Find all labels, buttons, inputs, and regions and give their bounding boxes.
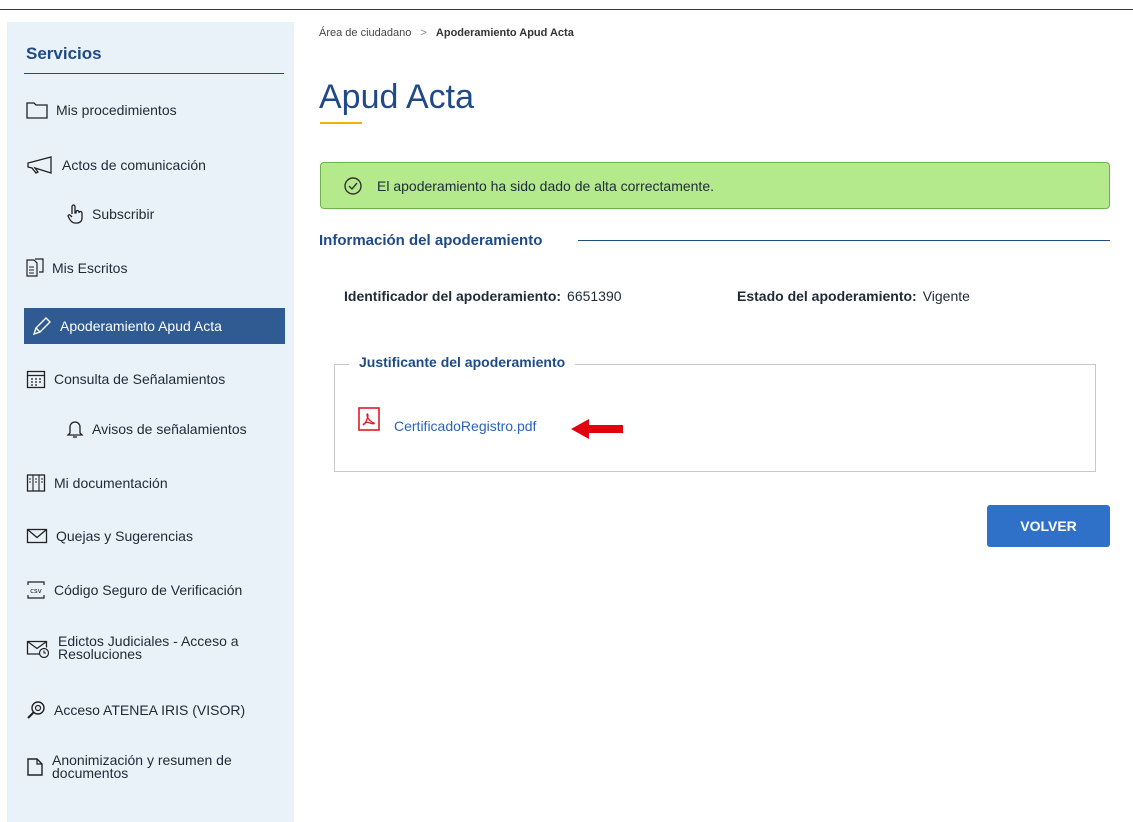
sidebar-item-label: Consulta de Señalamientos: [54, 371, 226, 387]
csv-icon: csv: [26, 580, 46, 600]
calendar-icon: [26, 369, 46, 389]
identifier-value: 6651390: [567, 288, 622, 304]
back-button[interactable]: VOLVER: [987, 505, 1110, 547]
sidebar-item-anonimizacion[interactable]: Anonimización y resumen de documentos: [26, 752, 252, 781]
sidebar-item-label: Quejas y Sugerencias: [56, 528, 193, 544]
file-icon: [26, 757, 44, 777]
sidebar-item-csv[interactable]: csv Código Seguro de Verificación: [26, 580, 242, 600]
sidebar-item-apoderamiento[interactable]: Apoderamiento Apud Acta: [24, 308, 285, 344]
sidebar-item-label: Edictos Judiciales - Acceso a Resolucion…: [58, 633, 239, 662]
sidebar: Servicios Mis procedimientos Actos de co…: [7, 22, 294, 822]
identifier-label: Identificador del apoderamiento:: [344, 288, 562, 304]
hand-pointer-icon: [66, 204, 84, 224]
sidebar-item-label: Avisos de señalamientos: [92, 421, 247, 437]
section-title: Información del apoderamiento: [319, 232, 543, 249]
sidebar-item-edictos[interactable]: Edictos Judiciales - Acceso a Resolucion…: [26, 633, 258, 662]
sidebar-item-label: Actos de comunicación: [62, 157, 206, 173]
breadcrumb: Área de ciudadano > Apoderamiento Apud A…: [319, 27, 574, 39]
sidebar-item-atenea[interactable]: Acceso ATENEA IRIS (VISOR): [26, 700, 245, 720]
identifier-field: Identificador del apoderamiento: 6651390: [344, 288, 622, 304]
page-title-underline: [320, 122, 362, 124]
sidebar-item-label: Subscribir: [92, 206, 155, 222]
top-divider: [0, 9, 1133, 10]
sidebar-item-mis-escritos[interactable]: Mis Escritos: [26, 258, 127, 278]
status-value: Vigente: [922, 288, 970, 304]
sidebar-item-label: Acceso ATENEA IRIS (VISOR): [54, 702, 246, 718]
breadcrumb-separator: >: [420, 27, 427, 39]
section-rule: [578, 240, 1110, 241]
page-title: Apud Acta: [319, 78, 475, 116]
folder-icon: [26, 101, 48, 119]
sidebar-item-label: Mis Escritos: [52, 260, 128, 276]
alert-message: El apoderamiento ha sido dado de alta co…: [377, 177, 714, 194]
sidebar-item-quejas[interactable]: Quejas y Sugerencias: [26, 527, 193, 545]
sidebar-item-label: Anonimización y resumen de documentos: [52, 752, 232, 781]
envelope-clock-icon: [26, 638, 50, 658]
sidebar-item-mi-documentacion[interactable]: Mi documentación: [26, 473, 168, 493]
envelope-icon: [26, 527, 48, 545]
red-arrow-icon: [571, 418, 623, 445]
sidebar-item-label: Apoderamiento Apud Acta: [60, 318, 222, 334]
pdf-attachment: CertificadoRegistro.pdf: [358, 407, 536, 436]
status-label: Estado del apoderamiento:: [737, 288, 917, 304]
justificante-legend: Justificante del apoderamiento: [349, 354, 576, 370]
sidebar-item-subscribir[interactable]: Subscribir: [66, 204, 154, 224]
success-alert: El apoderamiento ha sido dado de alta co…: [320, 162, 1110, 209]
pdf-download-link[interactable]: CertificadoRegistro.pdf: [394, 418, 536, 434]
magnifier-icon: [26, 700, 46, 720]
sidebar-item-label: Código Seguro de Verificación: [54, 582, 243, 598]
document-icon: [26, 258, 44, 278]
sidebar-title: Servicios: [26, 44, 102, 63]
pen-icon: [32, 316, 52, 336]
svg-text:csv: csv: [30, 587, 42, 595]
pdf-icon: [358, 407, 380, 436]
check-circle-icon: [343, 176, 363, 196]
megaphone-icon: [26, 155, 54, 175]
sidebar-item-mis-procedimientos[interactable]: Mis procedimientos: [26, 101, 177, 119]
documentation-icon: [26, 473, 46, 493]
sidebar-item-avisos[interactable]: Avisos de señalamientos: [66, 419, 247, 439]
sidebar-title-rule: [24, 73, 284, 74]
sidebar-item-actos-comunicacion[interactable]: Actos de comunicación: [26, 155, 206, 175]
breadcrumb-parent[interactable]: Área de ciudadano: [319, 27, 411, 39]
bell-icon: [66, 419, 84, 439]
sidebar-item-consulta-senalamientos[interactable]: Consulta de Señalamientos: [26, 369, 225, 389]
sidebar-item-label: Mi documentación: [54, 475, 168, 491]
sidebar-item-label: Mis procedimientos: [56, 102, 177, 118]
status-field: Estado del apoderamiento: Vigente: [737, 288, 970, 304]
breadcrumb-current: Apoderamiento Apud Acta: [435, 27, 574, 39]
